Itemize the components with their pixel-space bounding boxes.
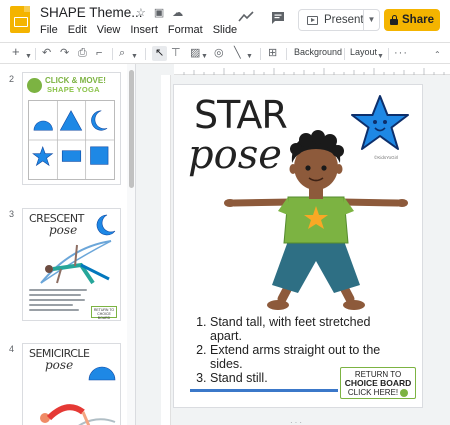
speaker-notes-handle[interactable]: ··· <box>290 418 304 425</box>
more-options-icon[interactable]: ··· <box>394 46 408 61</box>
toolbar-divider <box>35 48 36 60</box>
thumb-return-button: RETURN TO CHOICE BOARD <box>91 306 117 320</box>
hand-pointer-icon <box>27 78 42 93</box>
present-icon <box>307 15 318 25</box>
toolbar-divider <box>112 48 113 60</box>
slide-thumbnail-4[interactable]: SEMICIRCLE pose <box>22 343 121 425</box>
toolbar-divider <box>344 48 345 60</box>
slide-canvas[interactable]: STAR pose ©KidsYoGirl 1. Stand tall, wit… <box>174 85 422 407</box>
ruler-ticks <box>183 68 445 75</box>
menu-format[interactable]: Format <box>168 24 203 36</box>
zoom-dropdown-icon[interactable]: ▼ <box>131 49 138 64</box>
slide-number: 4 <box>9 344 15 354</box>
shape-icon[interactable]: ◎ <box>214 46 224 61</box>
filmstrip-scrollbar[interactable] <box>129 70 134 188</box>
move-folder-icon[interactable]: ▣ <box>154 6 164 20</box>
slide-number: 2 <box>9 74 15 84</box>
title-icons: ☆ ▣ ☁ <box>136 6 183 20</box>
thumb-subtitle: SHAPE YOGA <box>47 85 100 94</box>
lock-icon <box>390 14 399 25</box>
toolbar-divider <box>145 48 146 60</box>
line-dropdown-icon[interactable]: ▼ <box>246 49 253 64</box>
insert-image-icon[interactable]: ▨ <box>190 46 200 61</box>
print-icon[interactable]: ⎙ <box>78 46 87 61</box>
step-item: Stand tall, with feet stretched apart. <box>210 315 388 343</box>
layout-dropdown-icon[interactable]: ▼ <box>377 49 384 64</box>
present-label: Present <box>324 14 364 26</box>
crescent-moon-icon <box>96 214 116 236</box>
slides-app: SHAPE Theme... ☆ ▣ ☁ File Edit View Inse… <box>0 0 450 425</box>
hand-pointer-icon <box>400 388 409 397</box>
new-slide-icon[interactable]: + <box>12 44 20 59</box>
thumb-subtitle: pose <box>45 358 74 372</box>
accent-line <box>190 389 338 392</box>
header: SHAPE Theme... ☆ ▣ ☁ File Edit View Inse… <box>0 0 450 42</box>
slide-thumbnail-2[interactable]: CLICK & MOVE! SHAPE YOGA <box>22 72 121 185</box>
return-to-choice-board-button[interactable]: RETURN TO CHOICE BOARD CLICK HERE! <box>340 367 416 399</box>
collapse-toolbar-icon[interactable]: ⌃ <box>434 47 441 62</box>
toolbar: + ▼ ↶ ↷ ⎙ ⌐ ⌕ ▼ ↖ ⊤ ▨ ▼ ◎ ╲ ▼ ⊞ Backgrou… <box>0 42 450 64</box>
present-dropdown-icon[interactable]: ▼ <box>363 10 379 30</box>
filmstrip: 2 CLICK & MOVE! SHAPE YOGA 3 CRESCENT po… <box>0 64 136 425</box>
share-label: Share <box>402 14 434 26</box>
crescent-pose-figure <box>40 240 112 285</box>
background-button[interactable]: Background <box>294 47 342 57</box>
menu-slide[interactable]: Slide <box>213 24 237 36</box>
vertical-ruler[interactable] <box>161 75 171 425</box>
star-icon[interactable]: ☆ <box>136 6 146 20</box>
layout-button[interactable]: Layout <box>350 47 377 57</box>
button-line-3: CLICK HERE! <box>341 388 415 397</box>
undo-icon[interactable]: ↶ <box>42 46 51 61</box>
semicircle-pose-figure <box>40 404 116 425</box>
button-line-2: CHOICE BOARD <box>344 378 412 388</box>
slide-number: 3 <box>9 209 15 219</box>
redo-icon[interactable]: ↷ <box>60 46 69 61</box>
menu-edit[interactable]: Edit <box>68 24 87 36</box>
thumb-title: CLICK & MOVE! <box>45 76 106 85</box>
new-slide-dropdown-icon[interactable]: ▼ <box>25 49 32 64</box>
toolbar-divider <box>388 48 389 60</box>
activity-trend-icon[interactable] <box>238 10 254 28</box>
shape-grid <box>28 100 115 180</box>
share-button[interactable]: Share <box>384 9 440 31</box>
thumb-subtitle: pose <box>49 223 78 237</box>
menu-insert[interactable]: Insert <box>130 24 158 36</box>
zoom-icon[interactable]: ⌕ <box>119 46 125 61</box>
line-icon[interactable]: ╲ <box>234 46 241 61</box>
slide-thumbnail-3[interactable]: CRESCENT pose RETURN TO CHOICE BOARD <box>22 208 121 321</box>
document-title[interactable]: SHAPE Theme... <box>40 5 143 20</box>
thumb-text-lines <box>29 289 89 314</box>
image-dropdown-icon[interactable]: ▼ <box>201 49 208 64</box>
cloud-status-icon[interactable]: ☁ <box>172 6 183 20</box>
semicircle-icon <box>88 366 116 381</box>
menu-view[interactable]: View <box>97 24 121 36</box>
comments-icon[interactable] <box>270 10 286 29</box>
text-box-icon[interactable]: ⊤ <box>171 46 181 61</box>
toolbar-divider <box>286 48 287 60</box>
menu-bar: File Edit View Insert Format Slide <box>40 24 237 36</box>
paint-format-icon[interactable]: ⌐ <box>96 46 102 61</box>
star-pose-child-figure[interactable] <box>222 123 408 315</box>
present-button[interactable]: Present ▼ <box>298 9 380 31</box>
select-tool-icon[interactable]: ↖ <box>152 46 168 61</box>
insert-comment-icon[interactable]: ⊞ <box>268 46 277 61</box>
slides-logo-icon[interactable] <box>10 6 30 33</box>
toolbar-divider <box>260 48 261 60</box>
menu-file[interactable]: File <box>40 24 58 36</box>
